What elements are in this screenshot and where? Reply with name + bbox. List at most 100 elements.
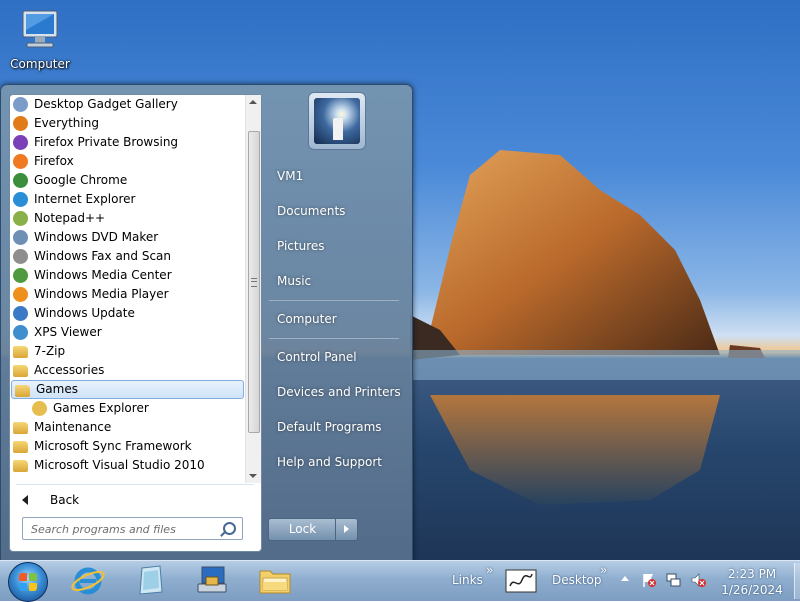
program-item[interactable]: Accessories <box>10 361 245 380</box>
separator <box>269 338 399 339</box>
computer-icon <box>22 10 58 48</box>
program-label: Windows Media Player <box>34 287 169 301</box>
search-icon[interactable] <box>223 522 236 535</box>
start-right-devices[interactable]: Devices and Printers <box>277 385 401 399</box>
start-right-control-panel[interactable]: Control Panel <box>277 350 357 364</box>
start-right-music[interactable]: Music <box>277 274 311 288</box>
desktop-chevron[interactable]: » <box>600 563 607 577</box>
games-explorer-icon <box>32 401 47 416</box>
links-toolbar-label[interactable]: Links <box>452 573 483 587</box>
scroll-up-arrow-icon[interactable] <box>249 100 257 104</box>
back-button[interactable]: Back <box>18 489 238 511</box>
program-label: Desktop Gadget Gallery <box>34 97 178 111</box>
program-label: 7-Zip <box>34 344 66 358</box>
search-input[interactable] <box>29 520 219 538</box>
scroll-thumb[interactable] <box>248 131 260 433</box>
program-item[interactable]: Notepad++ <box>10 209 245 228</box>
show-desktop-toolbar-button[interactable] <box>502 564 540 598</box>
search-box[interactable] <box>22 517 243 540</box>
program-label: Notepad++ <box>34 211 106 225</box>
program-item[interactable]: XPS Viewer <box>10 323 245 342</box>
program-label: Firefox Private Browsing <box>34 135 179 149</box>
program-item[interactable]: Windows DVD Maker <box>10 228 245 247</box>
program-item[interactable]: Firefox Private Browsing <box>10 133 245 152</box>
taskbar-internet-explorer[interactable] <box>66 564 110 598</box>
program-item[interactable]: Games <box>11 380 244 399</box>
program-label: Everything <box>34 116 99 130</box>
clock-date: 1/26/2024 <box>721 583 783 597</box>
program-item[interactable]: Windows Update <box>10 304 245 323</box>
program-label: Windows Fax and Scan <box>34 249 172 263</box>
folder-icon <box>13 460 28 472</box>
program-item[interactable]: Everything <box>10 114 245 133</box>
program-item[interactable]: Desktop Gadget Gallery <box>10 95 245 114</box>
show-hidden-icons-arrow-icon[interactable] <box>621 576 629 581</box>
taskbar: Links » Desktop » 2:23 PM 1/26/2024 <box>0 560 800 602</box>
show-desktop-button[interactable] <box>794 563 800 599</box>
lighthouse-picture-icon <box>314 98 360 144</box>
program-item[interactable]: Microsoft Visual Studio 2010 <box>10 456 245 475</box>
remote-computer-icon <box>197 566 227 593</box>
start-right-user[interactable]: VM1 <box>277 169 303 183</box>
chrome-icon <box>13 173 28 188</box>
windows-update-icon <box>13 306 28 321</box>
taskbar-document-app[interactable] <box>128 564 172 598</box>
program-item[interactable]: Maintenance <box>10 418 245 437</box>
scroll-down-arrow-icon[interactable] <box>249 474 257 478</box>
start-button[interactable] <box>8 562 48 602</box>
start-menu-left-pane: Desktop Gadget Gallery Everything Firefox … <box>9 94 262 552</box>
program-label: Firefox <box>34 154 74 168</box>
document-icon <box>139 565 163 595</box>
ie-icon <box>13 192 28 207</box>
signature-pad-icon <box>505 569 537 593</box>
program-label: Games <box>36 382 78 396</box>
program-label: Accessories <box>34 363 105 377</box>
start-right-documents[interactable]: Documents <box>277 204 345 218</box>
folder-icon <box>13 422 28 434</box>
notepadpp-icon <box>13 211 28 226</box>
network-icon[interactable] <box>666 572 682 588</box>
program-item[interactable]: Google Chrome <box>10 171 245 190</box>
start-right-pictures[interactable]: Pictures <box>277 239 325 253</box>
shutdown-options-arrow-icon[interactable] <box>335 518 358 541</box>
user-picture[interactable] <box>308 92 366 150</box>
program-item[interactable]: Internet Explorer <box>10 190 245 209</box>
gadget-icon <box>13 97 28 112</box>
folder-icon <box>13 346 28 358</box>
desktop-icon-computer[interactable]: Computer <box>8 8 72 71</box>
program-item[interactable]: Windows Fax and Scan <box>10 247 245 266</box>
program-item[interactable]: Windows Media Center <box>10 266 245 285</box>
desktop-toolbar-label[interactable]: Desktop <box>552 573 602 587</box>
programs-scrollbar[interactable] <box>245 95 261 483</box>
firefox-icon <box>13 154 28 169</box>
program-label: Google Chrome <box>34 173 128 187</box>
taskbar-remote-desktop[interactable] <box>190 564 234 598</box>
clock-time: 2:23 PM <box>727 567 777 581</box>
action-center-flag-icon[interactable] <box>641 572 657 588</box>
windows-logo-icon <box>19 573 37 591</box>
separator <box>16 484 254 485</box>
program-item[interactable]: Firefox <box>10 152 245 171</box>
dvd-maker-icon <box>13 230 28 245</box>
separator <box>269 300 399 301</box>
program-item[interactable]: 7-Zip <box>10 342 245 361</box>
program-item[interactable]: Games Explorer <box>10 399 245 418</box>
folder-explorer-icon <box>259 570 291 594</box>
scroll-grip-icon <box>251 278 257 287</box>
program-item[interactable]: Microsoft Sync Framework <box>10 437 245 456</box>
lock-button[interactable]: Lock <box>268 518 337 541</box>
start-right-default-programs[interactable]: Default Programs <box>277 420 382 434</box>
program-item[interactable]: Windows Media Player <box>10 285 245 304</box>
volume-muted-icon[interactable] <box>690 572 706 588</box>
system-clock[interactable]: 2:23 PM 1/26/2024 <box>712 566 792 598</box>
media-center-icon <box>13 268 28 283</box>
magnifier-icon <box>13 116 28 131</box>
back-arrow-icon <box>22 495 28 505</box>
links-chevron[interactable]: » <box>486 563 493 577</box>
program-label: Windows Update <box>34 306 135 320</box>
taskbar-windows-explorer[interactable] <box>253 564 297 598</box>
start-right-help[interactable]: Help and Support <box>277 455 382 469</box>
program-label: Windows DVD Maker <box>34 230 159 244</box>
start-right-computer[interactable]: Computer <box>277 312 337 326</box>
back-label: Back <box>50 493 80 507</box>
